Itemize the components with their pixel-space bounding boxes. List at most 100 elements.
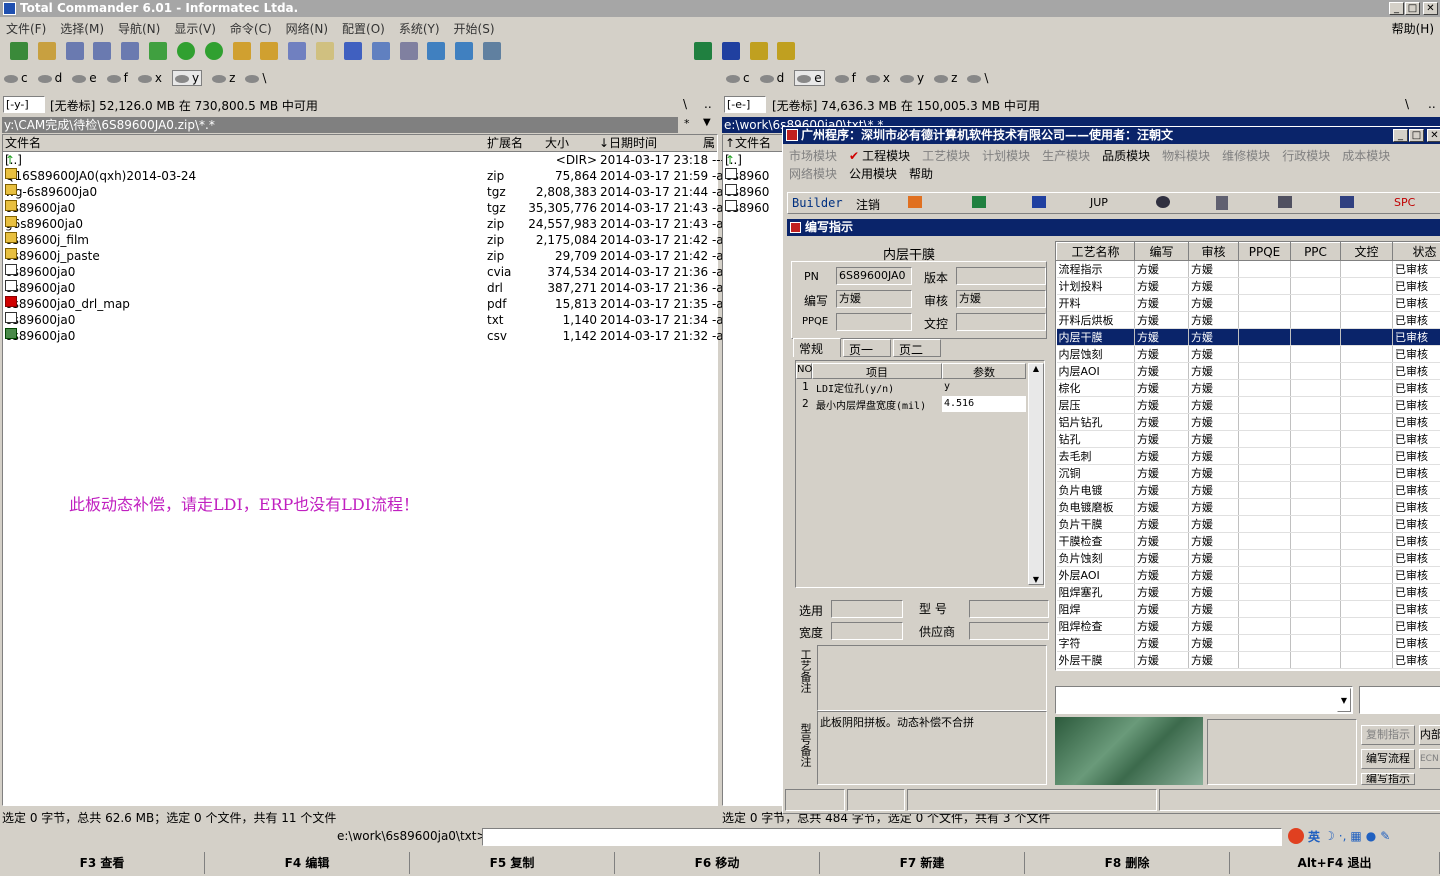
folder-icon[interactable] [260, 42, 279, 60]
grid-col-4[interactable]: PPC [1290, 242, 1341, 261]
right-drive-0[interactable]: c [726, 71, 750, 85]
moon-icon[interactable]: ☽ [1324, 829, 1335, 843]
search-icon[interactable] [343, 42, 362, 60]
left-drive-3[interactable]: f [106, 71, 128, 85]
grid-row[interactable]: 负电镀磨板 方媛 方媛 已审核 [1056, 498, 1440, 516]
grid-row[interactable]: 去毛刺 方媛 方媛 已审核 [1056, 447, 1440, 465]
process-combo-2[interactable] [1359, 686, 1440, 714]
file-row[interactable]: 6s89600ja0_drl_map pdf 15,813 2014-03-17 21… [3, 296, 728, 312]
right-drive-4[interactable]: x [865, 71, 890, 85]
network-icon[interactable] [288, 42, 307, 60]
spc-button[interactable]: SPC [1394, 196, 1415, 209]
grid-row[interactable]: 负片蚀刻 方媛 方媛 已审核 [1056, 549, 1440, 567]
col-attr[interactable]: 属 [703, 135, 715, 151]
internal-button[interactable]: 内部 [1419, 725, 1440, 745]
fkey-button-1[interactable]: F4 编辑 [205, 852, 410, 874]
craft-note-field[interactable] [817, 645, 1047, 711]
swap-icon[interactable] [149, 42, 168, 60]
fkey-button-6[interactable]: Alt+F4 退出 [1230, 852, 1440, 874]
ime-lang[interactable]: 英 [1308, 828, 1320, 845]
grid-row[interactable]: 钻孔 方媛 方媛 已审核 [1056, 430, 1440, 448]
calc-icon[interactable] [483, 42, 502, 60]
refresh-icon[interactable] [10, 42, 28, 60]
wrench-icon[interactable]: ✎ [1380, 829, 1390, 843]
app2-icon[interactable] [777, 42, 796, 60]
grid-row[interactable]: 计划投料 方媛 方媛 已审核 [1056, 277, 1440, 295]
pack-icon[interactable] [37, 42, 56, 60]
erp-menu2-item-0[interactable]: 网络模块 [789, 167, 837, 181]
param-value[interactable]: 4.516 [942, 396, 1026, 412]
keyboard-icon[interactable]: ▦ [1350, 829, 1361, 843]
erp-menu-item-8[interactable]: 行政模块 [1282, 149, 1330, 163]
folder-up-icon[interactable] [232, 42, 251, 60]
width-field[interactable] [831, 622, 903, 640]
erp-menu-item-9[interactable]: 成本模块 [1342, 149, 1390, 163]
left-drive-5[interactable]: y [171, 70, 203, 86]
erp-menu-item-4[interactable]: 生产模块 [1042, 149, 1090, 163]
file-row[interactable]: 6s89600ja0 csv 1,142 2014-03-17 21:32 -a- [3, 328, 728, 344]
left-drive-1[interactable]: d [37, 71, 62, 85]
grid-col-3[interactable]: PPQE [1238, 242, 1291, 261]
logout-button[interactable]: 注销 [856, 196, 880, 213]
select-field[interactable] [831, 600, 903, 618]
erp-minimize-button[interactable]: _ [1393, 129, 1408, 142]
version-field[interactable] [956, 267, 1046, 285]
right-drive-2[interactable]: e [794, 70, 825, 86]
builder-button[interactable]: Builder [792, 196, 843, 210]
grid-row[interactable]: 负片干膜 方媛 方媛 已审核 [1056, 515, 1440, 533]
grid-row[interactable]: 干膜检查 方媛 方媛 已审核 [1056, 532, 1440, 550]
ftp-icon[interactable] [316, 42, 335, 60]
param-row[interactable]: 1 LDI定位孔(y/n) y [796, 379, 1026, 396]
eye-icon[interactable] [1156, 196, 1170, 208]
grid-col-6[interactable]: 状态 [1392, 242, 1440, 261]
edit-flow-button[interactable]: 编写流程 [1361, 749, 1415, 769]
right-drive-1[interactable]: d [759, 71, 784, 85]
col-ext[interactable]: 扩展名 [487, 135, 523, 151]
word-icon[interactable] [721, 42, 740, 60]
jup-button[interactable]: JUP [1090, 196, 1108, 209]
grid-row[interactable]: 负片电镀 方媛 方媛 已审核 [1056, 481, 1440, 499]
help-menu[interactable]: 帮助(H) [1392, 20, 1434, 37]
close-button[interactable]: ✕ [1423, 2, 1438, 15]
editor-field[interactable]: 方媛 [836, 290, 912, 308]
combo-arrow-icon[interactable]: ▼ [1337, 688, 1351, 712]
right-up-button[interactable]: .. [1428, 97, 1436, 111]
review-field[interactable]: 方媛 [956, 290, 1046, 308]
grid-row[interactable]: 棕化 方媛 方媛 已审核 [1056, 379, 1440, 397]
menu-item-0[interactable]: 文件(F) [6, 22, 46, 36]
scroll-up-icon[interactable]: ▲ [1029, 364, 1043, 373]
right-drive-6[interactable]: z [934, 71, 957, 85]
erp-menu-item-6[interactable]: 物料模块 [1162, 149, 1210, 163]
left-drive-0[interactable]: c [4, 71, 28, 85]
fkey-button-2[interactable]: F5 复制 [410, 852, 615, 874]
grid-row[interactable]: 层压 方媛 方媛 已审核 [1056, 396, 1440, 414]
grid-row[interactable]: 开料后烘板 方媛 方媛 已审核 [1056, 311, 1440, 329]
left-root-button[interactable]: \ [683, 97, 687, 111]
forward-icon[interactable] [204, 42, 223, 60]
file-row[interactable]: 6s89600ja0 tgz 35,305,776 2014-03-17 21:43 … [3, 200, 728, 216]
file-row[interactable]: 6s89600ja0 txt 1,140 2014-03-17 21:34 -a- [3, 312, 728, 328]
pc-icon[interactable] [1340, 196, 1354, 208]
pn-field[interactable]: 6S89600JA0 [836, 267, 912, 285]
right-root-button[interactable]: \ [1405, 97, 1409, 111]
grid-row[interactable]: 外层AOI 方媛 方媛 已审核 [1056, 566, 1440, 584]
excel-icon[interactable] [694, 42, 712, 60]
compare-icon[interactable] [399, 42, 418, 60]
grid-row[interactable]: 开料 方媛 方媛 已审核 [1056, 294, 1440, 312]
left-drive-6[interactable]: z [212, 71, 235, 85]
erp-menu2-item-2[interactable]: 帮助 [909, 167, 933, 181]
left-drive-7[interactable]: \ [245, 71, 266, 85]
tab-general[interactable]: 常规 [793, 338, 841, 357]
sync-icon[interactable] [371, 42, 390, 60]
grid-row[interactable]: 外层干膜 方媛 方媛 已审核 [1056, 651, 1440, 669]
menu-item-3[interactable]: 显示(V) [174, 22, 216, 36]
file-row[interactable]: g6s89600ja0 zip 24,557,983 2014-03-17 21:43… [3, 216, 728, 232]
maximize-button[interactable]: □ [1405, 2, 1420, 15]
erp-close-button[interactable]: ✕ [1427, 129, 1440, 142]
erp-menu-item-1[interactable]: ✔ 工程模块 [849, 149, 910, 163]
param-value[interactable]: y [942, 379, 1026, 395]
file-row[interactable]: Q16S89600JA0(qxh)2014-03-24 zip 75,864 2014… [3, 168, 728, 184]
file-row[interactable]: 6s89600j_paste zip 29,709 2014-03-17 21:42 … [3, 248, 728, 264]
grid-col-2[interactable]: 审核 [1188, 242, 1239, 261]
user-icon[interactable]: ● [1366, 829, 1376, 843]
